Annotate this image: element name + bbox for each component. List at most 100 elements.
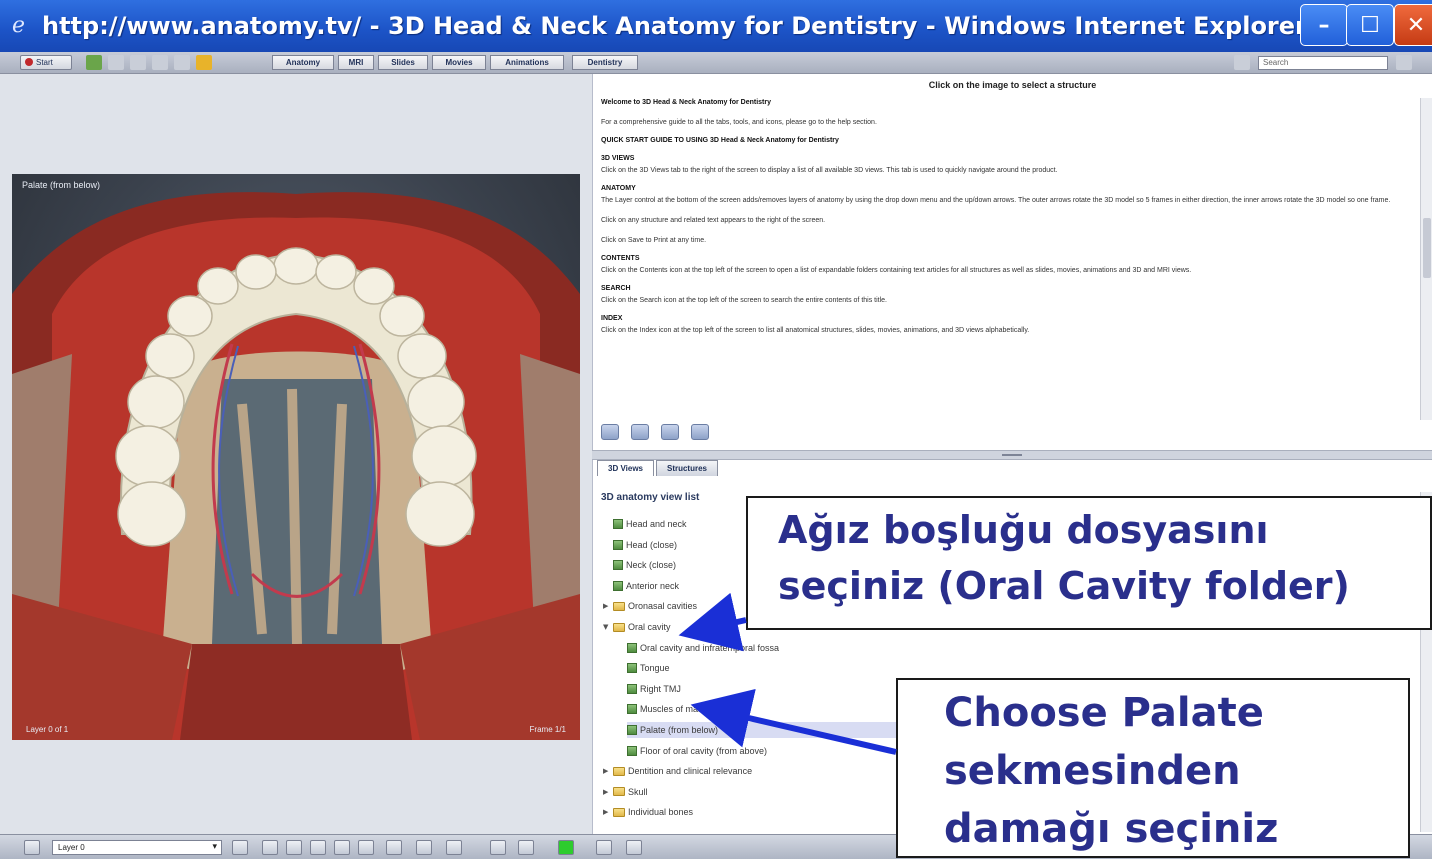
- favorites-icon[interactable]: [196, 55, 212, 70]
- tab-anatomy[interactable]: Anatomy: [272, 55, 334, 70]
- folder-icon: [613, 787, 625, 797]
- search-tool-icon[interactable]: [174, 55, 190, 70]
- section-text: Click on the 3D Views tab to the right o…: [601, 167, 1058, 174]
- tree-item[interactable]: Head (close): [613, 537, 677, 553]
- tree-folder[interactable]: ▶ Skull: [603, 784, 648, 800]
- view-icon: [613, 580, 623, 591]
- tree-item-label: Dentition and clinical relevance: [628, 766, 753, 777]
- save-icon[interactable]: [691, 424, 709, 440]
- tree-item[interactable]: Tongue: [627, 660, 670, 676]
- print-view-icon[interactable]: [490, 840, 506, 855]
- contents-icon[interactable]: [130, 55, 146, 70]
- rotate-right-fast-icon[interactable]: [358, 840, 374, 855]
- internet-explorer-icon: ℯ: [12, 13, 26, 38]
- section-text: The Layer control at the bottom of the s…: [601, 197, 1391, 204]
- tab-mri[interactable]: MRI: [338, 55, 374, 70]
- start-button[interactable]: Start: [20, 55, 72, 70]
- splitter-grip-icon: [1002, 454, 1022, 456]
- save-view-icon[interactable]: [518, 840, 534, 855]
- back-icon[interactable]: [86, 55, 102, 70]
- tree-item[interactable]: Neck (close): [613, 557, 676, 573]
- section-heading: 3D VIEWS: [601, 155, 635, 162]
- callout-palate: Choose Palate sekmesinden damağı seçiniz: [896, 678, 1410, 858]
- panel-splitter[interactable]: [592, 450, 1432, 460]
- callout-oral-line2: seçiniz (Oral Cavity folder): [778, 564, 1350, 608]
- tree-item-label: Skull: [628, 786, 648, 797]
- tree-item[interactable]: Muscles of mastication: [627, 701, 731, 717]
- status-green-icon: [558, 840, 574, 855]
- expanded-arrow-icon[interactable]: ▼: [603, 619, 611, 635]
- tab-dentistry[interactable]: Dentistry: [572, 55, 638, 70]
- view-icon: [627, 663, 637, 674]
- view-icon: [613, 519, 623, 529]
- tree-folder[interactable]: ▶ Oronasal cavities: [603, 598, 697, 614]
- callout-oral-cavity: Ağız boşluğu dosyasını seçiniz (Oral Cav…: [746, 496, 1432, 630]
- pen-icon[interactable]: [262, 840, 278, 855]
- rotate-left-fast-icon[interactable]: [286, 840, 302, 855]
- 3d-model-canvas[interactable]: Palate (from below) Layer 0 of 1 Frame 1…: [12, 174, 580, 740]
- tree-item[interactable]: Right TMJ: [627, 681, 681, 697]
- section-text: Click on any structure and related text …: [601, 217, 826, 224]
- tree-item[interactable]: Floor of oral cavity (from above): [627, 743, 767, 759]
- layer-icon[interactable]: [24, 840, 40, 855]
- magnifier-icon[interactable]: [1234, 55, 1250, 70]
- print-icon[interactable]: [661, 424, 679, 440]
- tree-folder[interactable]: ▶ Dentition and clinical relevance: [603, 763, 752, 779]
- tree-item-label: Anterior neck: [626, 580, 680, 591]
- tab-animations[interactable]: Animations: [490, 55, 564, 70]
- tab-slides[interactable]: Slides: [378, 55, 428, 70]
- rotate-left-icon[interactable]: [310, 840, 326, 855]
- tree-folder[interactable]: ▶ Individual bones: [603, 804, 693, 820]
- folder-icon: [613, 807, 625, 817]
- minimize-button[interactable]: –: [1300, 4, 1348, 46]
- info-actions: [601, 424, 709, 440]
- collapsed-arrow-icon[interactable]: ▶: [603, 804, 611, 820]
- 3d-viewer-pane: Palate (from below) Layer 0 of 1 Frame 1…: [0, 74, 588, 834]
- search-input[interactable]: Search: [1258, 56, 1388, 70]
- info-scrollbar[interactable]: [1420, 98, 1432, 420]
- intro-text: For a comprehensive guide to all the tab…: [601, 119, 877, 126]
- play-icon[interactable]: [386, 840, 402, 855]
- tree-item[interactable]: Head and neck: [613, 516, 687, 532]
- grid-icon[interactable]: [596, 840, 612, 855]
- scroll-thumb[interactable]: [1423, 218, 1431, 278]
- index-icon[interactable]: [152, 55, 168, 70]
- tree-item-label: Oral cavity: [628, 622, 671, 632]
- back-arrow-icon[interactable]: [601, 424, 619, 440]
- maximize-button[interactable]: ☐: [1346, 4, 1394, 46]
- rotate-right-icon[interactable]: [334, 840, 350, 855]
- layer-indicator: Layer 0 of 1: [26, 725, 69, 734]
- tree-item[interactable]: Oral cavity and infratemporal fossa: [627, 640, 779, 656]
- layer-down-icon[interactable]: [232, 840, 248, 855]
- tab-structures[interactable]: Structures: [655, 460, 718, 476]
- tree-folder[interactable]: ▼ Oral cavity: [603, 619, 671, 635]
- tree-item[interactable]: Anterior neck: [613, 578, 679, 594]
- reset-icon[interactable]: [446, 840, 462, 855]
- tree-item-label: Oral cavity and infratemporal fossa: [640, 642, 780, 653]
- section-text: Click on Save to Print at any time.: [601, 237, 707, 244]
- section-heading: INDEX: [601, 315, 623, 322]
- tree-tabs: 3D Views Structures: [597, 460, 718, 478]
- zoom-icon[interactable]: [416, 840, 432, 855]
- layout-icon[interactable]: [626, 840, 642, 855]
- layer-select[interactable]: Layer 0: [52, 840, 222, 855]
- section-heading: ANATOMY: [601, 185, 636, 192]
- section-heading: CONTENTS: [601, 255, 640, 262]
- folder-icon: [613, 601, 625, 611]
- close-button[interactable]: ✕: [1394, 4, 1432, 46]
- start-label: Start: [36, 58, 53, 67]
- collapsed-arrow-icon[interactable]: ▶: [603, 763, 611, 779]
- folder-icon: [613, 766, 625, 776]
- callout-palate-line3: damağı seçiniz: [944, 806, 1279, 852]
- section-text: Click on the Index icon at the top left …: [601, 327, 1030, 334]
- view-icon: [613, 560, 623, 571]
- help-icon[interactable]: [1396, 55, 1412, 70]
- tab-movies[interactable]: Movies: [432, 55, 486, 70]
- tab-3d-views[interactable]: 3D Views: [597, 460, 654, 476]
- window-title: http://www.anatomy.tv/ - 3D Head & Neck …: [42, 12, 1307, 40]
- forward-arrow-icon[interactable]: [631, 424, 649, 440]
- collapsed-arrow-icon[interactable]: ▶: [603, 598, 611, 614]
- collapsed-arrow-icon[interactable]: ▶: [603, 784, 611, 800]
- info-panel: Click on the image to select a structure…: [592, 74, 1432, 450]
- forward-icon[interactable]: [108, 55, 124, 70]
